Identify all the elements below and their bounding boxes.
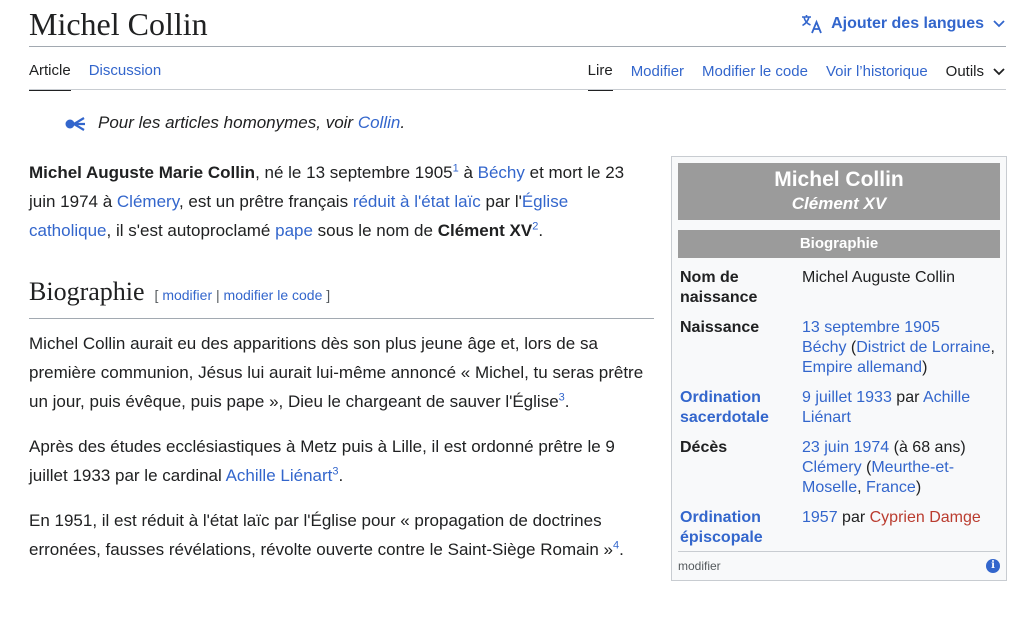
info-icon[interactable]: i	[986, 559, 1000, 573]
infobox-value: 23 juin 1974 (à 68 ans) Clémery (Meurthe-…	[802, 439, 966, 496]
add-languages-label: Ajouter des langues	[831, 15, 984, 32]
title-divider	[29, 46, 1006, 47]
tab-history[interactable]: Voir l’historique	[826, 63, 928, 90]
infobox-label: Décès	[680, 439, 728, 456]
infobox-row-episcopal: Ordination épiscopale 1957 par Cyprien D…	[678, 508, 1000, 548]
link-death-date[interactable]: 23 juin 1974	[802, 439, 889, 456]
infobox-section-title: Biographie	[678, 230, 1000, 258]
chevron-down-icon	[993, 67, 1005, 75]
link-birth-place[interactable]: Béchy	[802, 339, 846, 356]
tab-edit[interactable]: Modifier	[631, 63, 684, 90]
tab-read[interactable]: Lire	[587, 62, 613, 91]
hatnote: Pour les articles homonymes, voir Collin…	[64, 113, 405, 133]
namespace-tabs: Article Discussion	[29, 62, 161, 91]
infobox-label-link[interactable]: Ordination épiscopale	[678, 508, 802, 548]
link-bechy[interactable]: Béchy	[478, 163, 525, 182]
link-birth-empire[interactable]: Empire allemand	[802, 359, 922, 376]
paragraph-3: En 1951, il est réduit à l'état laïc par…	[29, 511, 624, 559]
tools-label: Outils	[945, 63, 984, 80]
infobox-value: 13 septembre 1905 Béchy (District de Lorr…	[802, 319, 995, 376]
section-edit-links: [ modifier | modifier le code ]	[154, 287, 331, 303]
disambiguation-icon	[65, 117, 85, 131]
hatnote-text: Pour les articles homonymes, voir Collin…	[98, 113, 406, 132]
tabs-divider	[29, 89, 1006, 90]
infobox-subtitle: Clément XV	[791, 194, 887, 213]
link-pape[interactable]: pape	[275, 221, 313, 240]
pope-name: Clément XV	[437, 221, 533, 240]
tab-article[interactable]: Article	[29, 62, 71, 91]
infobox-value: 1957 par Cyprien Damge	[802, 509, 981, 526]
link-clemery[interactable]: Clémery	[117, 192, 179, 211]
infobox-value: Michel Auguste Collin	[802, 269, 955, 286]
infobox-row-birth: Naissance 13 septembre 1905 Béchy (Distri…	[678, 318, 1000, 378]
infobox-header: Michel Collin Clément XV	[678, 163, 1000, 220]
article-content: Michel Auguste Marie Collin, né le 13 se…	[29, 158, 654, 580]
infobox-row-ordination: Ordination sacerdotale 9 juillet 1933 pa…	[678, 388, 1000, 428]
redlink-episcopal-person[interactable]: Cyprien Damge	[870, 509, 981, 526]
tools-menu[interactable]: Outils	[946, 63, 1006, 90]
link-birth-district[interactable]: District de Lorraine	[856, 339, 990, 356]
intro-paragraph: Michel Auguste Marie Collin, né le 13 se…	[29, 162, 625, 240]
infobox-label-link[interactable]: Ordination sacerdotale	[678, 388, 802, 428]
hatnote-link-collin[interactable]: Collin	[358, 113, 401, 132]
infobox-row-birth-name: Nom de naissance Michel Auguste Collin	[678, 268, 1000, 308]
link-reduit-etat-laic[interactable]: réduit à l'état laïc	[353, 192, 481, 211]
link-death-place[interactable]: Clémery	[802, 459, 862, 476]
add-languages-button[interactable]: Ajouter des langues	[801, 14, 1006, 34]
link-achille-lienart[interactable]: Achille Liénart	[226, 466, 333, 485]
translate-icon	[802, 15, 822, 34]
page-title: Michel Collin	[29, 6, 208, 42]
infobox-row-death: Décès 23 juin 1974 (à 68 ans) Clémery (Me…	[678, 438, 1000, 498]
link-episcopal-year[interactable]: 1957	[802, 509, 838, 526]
section-heading-biographie: Biographie[ modifier | modifier le code …	[29, 273, 654, 319]
chevron-down-icon	[993, 20, 1005, 28]
infobox-name: Michel Collin	[774, 168, 904, 191]
section-edit-source-link[interactable]: modifier le code	[224, 287, 323, 303]
link-birth-date[interactable]: 13 septembre 1905	[802, 319, 940, 336]
view-tabs: Lire Modifier Modifier le code Voir l’hi…	[587, 62, 1006, 91]
infobox-value: 9 juillet 1933 par Achille Liénart	[802, 389, 971, 426]
paragraph-1: Michel Collin aurait eu des apparitions …	[29, 334, 644, 411]
paragraph-2: Après des études ecclésiastiques à Metz …	[29, 437, 615, 485]
infobox-footer: modifier i	[678, 551, 1000, 576]
link-ordination-date[interactable]: 9 juillet 1933	[802, 389, 892, 406]
section-edit-link[interactable]: modifier	[162, 287, 212, 303]
infobox-edit-link[interactable]: modifier	[678, 556, 721, 576]
tab-discussion[interactable]: Discussion	[89, 62, 162, 91]
subject-name: Michel Auguste Marie Collin	[29, 163, 256, 182]
link-death-country[interactable]: France	[866, 479, 916, 496]
infobox-label: Nom de naissance	[680, 269, 758, 306]
infobox-label: Naissance	[680, 319, 760, 336]
tab-edit-source[interactable]: Modifier le code	[702, 63, 808, 90]
infobox: Michel Collin Clément XV Biographie Nom …	[671, 156, 1007, 581]
